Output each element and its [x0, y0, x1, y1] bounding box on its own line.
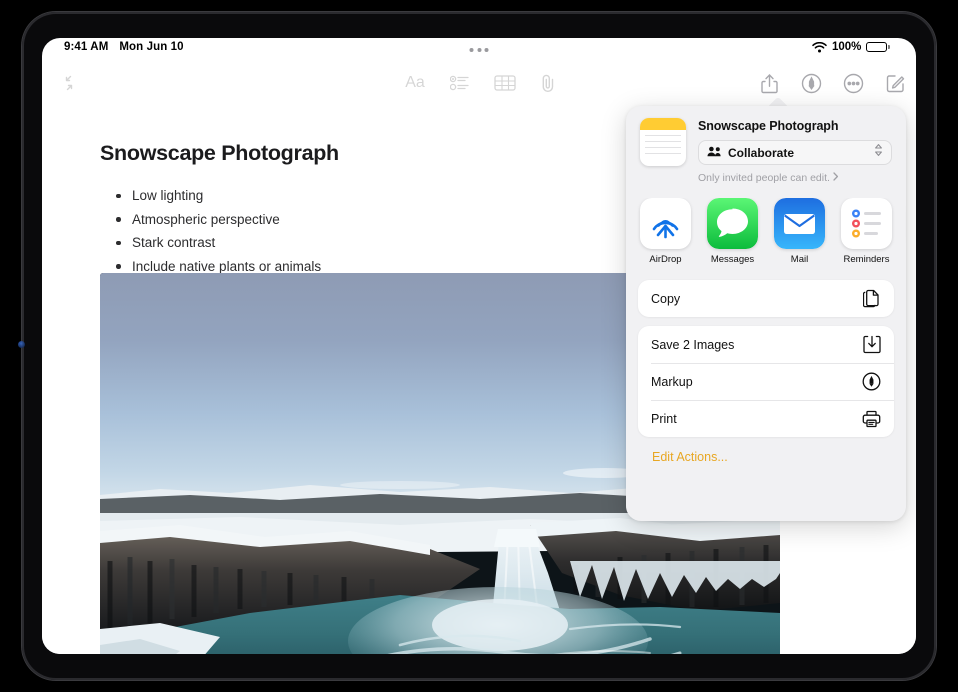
mail-icon	[774, 198, 825, 249]
share-target-label: Messages	[707, 254, 758, 265]
share-sheet-body: Snowscape Photograph Collaborate	[626, 106, 906, 521]
status-bar-left: 9:41 AM Mon Jun 10	[64, 41, 184, 53]
share-target-messages[interactable]: Messages	[707, 198, 758, 272]
page-title: Snowscape Photograph	[100, 141, 339, 166]
action-print[interactable]: Print	[638, 400, 894, 437]
format-aa-label: Aa	[405, 74, 425, 92]
share-target-airdrop[interactable]: AirDrop	[640, 198, 691, 272]
status-bar-right: 100%	[812, 41, 890, 53]
share-sheet-header: Snowscape Photograph Collaborate	[626, 106, 906, 184]
share-sheet-title: Snowscape Photograph	[698, 119, 892, 133]
share-target-label: Reminders	[841, 254, 892, 265]
note-bullet-list: Low lighting Atmospheric perspective Sta…	[110, 186, 321, 280]
status-date: Mon Jun 10	[119, 41, 183, 53]
checklist-icon[interactable]	[443, 66, 477, 100]
paperclip-icon[interactable]	[531, 66, 565, 100]
front-camera-indicator	[18, 341, 25, 348]
edit-actions-button[interactable]: Edit Actions...	[638, 446, 894, 464]
battery-percent-label: 100%	[832, 41, 861, 53]
wifi-icon	[812, 42, 827, 53]
ipad-device: 9:41 AM Mon Jun 10 100%	[0, 0, 958, 692]
status-time: 9:41 AM	[64, 41, 108, 53]
action-label: Save 2 Images	[651, 338, 862, 352]
list-item: Atmospheric perspective	[110, 210, 321, 229]
edit-actions-label: Edit Actions...	[652, 450, 728, 464]
list-item: Low lighting	[110, 186, 321, 205]
ipad-screen: 9:41 AM Mon Jun 10 100%	[42, 38, 916, 654]
action-label: Markup	[651, 375, 862, 389]
more-ellipsis-circle-icon[interactable]	[836, 66, 870, 100]
battery-full-icon	[866, 42, 890, 53]
notes-document-thumbnail	[640, 118, 686, 166]
action-markup[interactable]: Markup	[638, 363, 894, 400]
share-target-label: Mail	[774, 254, 825, 265]
collapse-arrows-icon[interactable]	[52, 66, 86, 100]
permission-note-label: Only invited people can edit.	[698, 172, 830, 184]
action-label: Print	[651, 412, 862, 426]
share-target-reminders[interactable]: Reminders	[841, 198, 892, 272]
reminders-icon	[841, 198, 892, 249]
chevron-up-down-icon	[874, 143, 883, 162]
chevron-right-icon	[833, 172, 839, 184]
markup-pen-circle-icon[interactable]	[794, 66, 828, 100]
share-actions: Copy Save 2 Ima	[626, 280, 906, 464]
compose-pencil-square-icon[interactable]	[878, 66, 912, 100]
collaborate-dropdown[interactable]: Collaborate	[698, 140, 892, 165]
multitasking-ellipsis-icon[interactable]	[464, 44, 495, 56]
messages-icon	[707, 198, 758, 249]
markup-pen-circle-icon	[862, 372, 881, 391]
collaborate-label: Collaborate	[728, 146, 868, 160]
copy-pages-icon	[862, 289, 881, 308]
share-targets-row[interactable]: AirDrop Messages	[626, 198, 906, 272]
action-label: Copy	[651, 292, 862, 306]
format-aa-icon[interactable]: Aa	[398, 66, 432, 100]
action-group-2: Save 2 Images Markup	[638, 326, 894, 437]
two-people-icon	[707, 144, 722, 162]
list-item: Stark contrast	[110, 233, 321, 252]
save-download-icon	[862, 335, 881, 354]
action-copy[interactable]: Copy	[638, 280, 894, 317]
printer-icon	[862, 409, 881, 428]
permission-note[interactable]: Only invited people can edit.	[698, 172, 892, 184]
share-sheet-popover: Snowscape Photograph Collaborate	[626, 96, 906, 521]
airdrop-icon	[640, 198, 691, 249]
share-target-mail[interactable]: Mail	[774, 198, 825, 272]
action-save-images[interactable]: Save 2 Images	[638, 326, 894, 363]
share-target-label: AirDrop	[640, 254, 691, 265]
table-icon[interactable]	[488, 66, 522, 100]
share-up-arrow-icon[interactable]	[752, 66, 786, 100]
action-group-1: Copy	[638, 280, 894, 317]
